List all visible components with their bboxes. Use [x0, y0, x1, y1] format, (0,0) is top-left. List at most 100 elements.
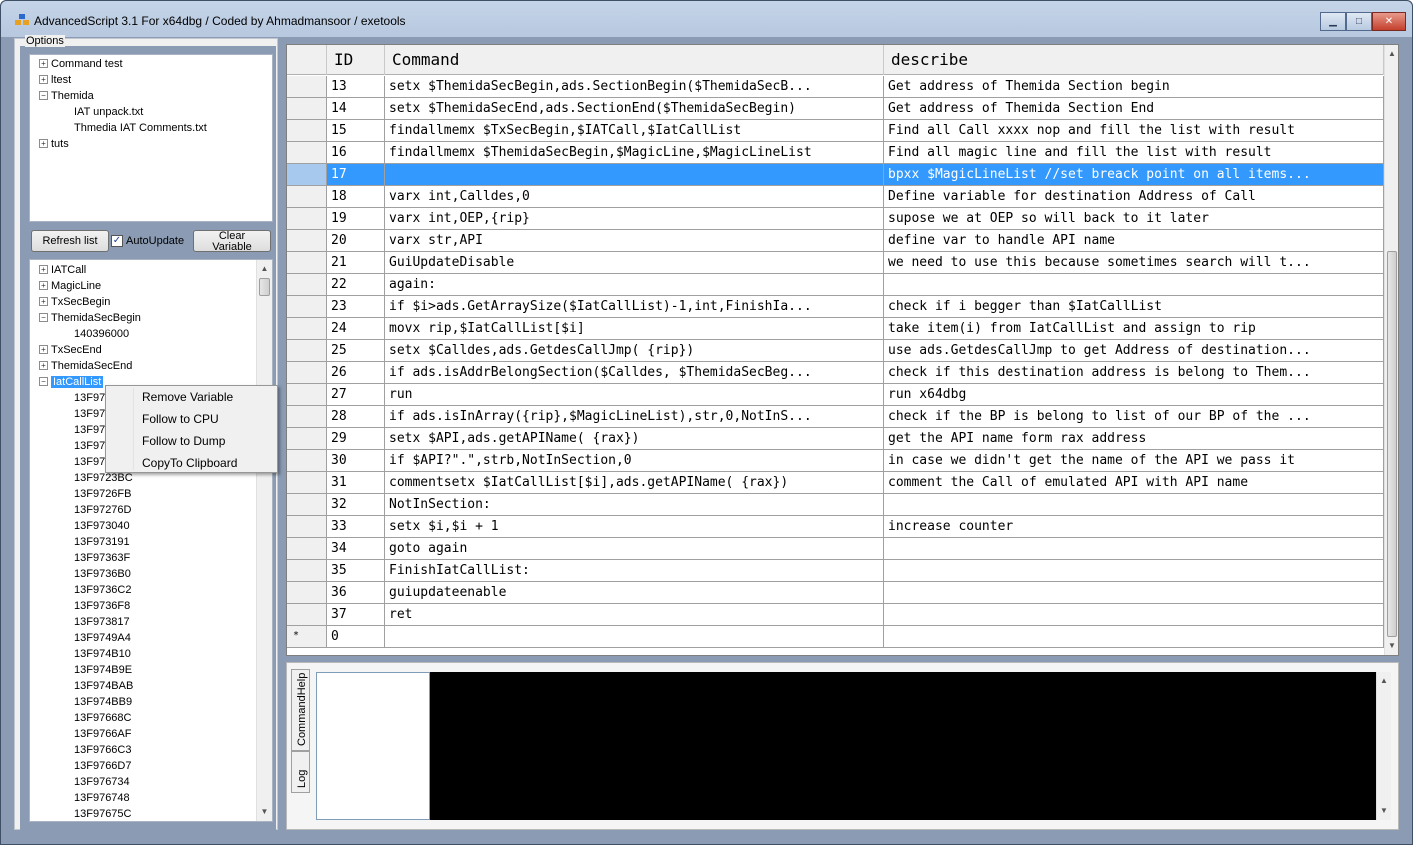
collapse-icon[interactable]: −	[39, 377, 48, 386]
table-row[interactable]: 25 setx $Calldes,ads.GetdesCallJmp( {rip}…	[287, 340, 1384, 362]
cell-cmd[interactable]: varx int,Calldes,0	[385, 186, 884, 207]
variables-tree[interactable]: ▲ ▼ + IATCall + MagicLine + TxSecBegin − Themid…	[29, 259, 273, 822]
cell-id[interactable]: 19	[327, 208, 385, 229]
row-header[interactable]: *	[287, 626, 327, 647]
expand-icon[interactable]: +	[39, 75, 48, 84]
cell-cmd[interactable]	[385, 164, 884, 185]
grid-scroll-up-icon[interactable]: ▲	[1385, 47, 1398, 61]
cell-id[interactable]: 21	[327, 252, 385, 273]
variable-value-item[interactable]: 13F9723BC	[74, 471, 133, 485]
cell-desc[interactable]	[884, 560, 1384, 581]
cell-id[interactable]: 16	[327, 142, 385, 163]
console-scrollbar[interactable]: ▲ ▼	[1376, 672, 1391, 820]
cell-id[interactable]: 33	[327, 516, 385, 537]
cell-cmd[interactable]: NotInSection:	[385, 494, 884, 515]
script-tree-item[interactable]: IAT unpack.txt	[74, 105, 143, 119]
cell-desc[interactable]: take item(i) from IatCallList and assign…	[884, 318, 1384, 339]
variable-value-item[interactable]: 13F9749A4	[74, 631, 131, 645]
cell-id[interactable]: 18	[327, 186, 385, 207]
table-row[interactable]: 26 if ads.isAddrBelongSection($Calldes, $…	[287, 362, 1384, 384]
variable-tree-item[interactable]: + TxSecEnd	[39, 343, 102, 357]
variable-value-item[interactable]: 13F973817	[74, 615, 130, 629]
log-console[interactable]	[430, 672, 1390, 820]
cell-desc[interactable]: Get address of Themida Section begin	[884, 76, 1384, 97]
cell-cmd[interactable]: if ads.isAddrBelongSection($Calldes, $Th…	[385, 362, 884, 383]
cell-cmd[interactable]: movx rip,$IatCallList[$i]	[385, 318, 884, 339]
variable-value-item[interactable]: 13F974BB9	[74, 695, 132, 709]
cell-id[interactable]: 24	[327, 318, 385, 339]
cell-cmd[interactable]: GuiUpdateDisable	[385, 252, 884, 273]
console-scroll-down-icon[interactable]: ▼	[1377, 804, 1391, 818]
cell-desc[interactable]: check if the BP is belong to list of our…	[884, 406, 1384, 427]
cell-desc[interactable]: get the API name form rax address	[884, 428, 1384, 449]
menu-follow-cpu[interactable]: Follow to CPU	[142, 412, 219, 426]
grid-scrollbar[interactable]: ▲ ▼	[1384, 45, 1398, 655]
header-id[interactable]: ID	[327, 45, 385, 75]
row-header[interactable]	[287, 362, 327, 383]
expand-icon[interactable]: +	[39, 139, 48, 148]
grid-scroll-down-icon[interactable]: ▼	[1385, 639, 1398, 653]
variable-tree-item[interactable]: + ThemidaSecEnd	[39, 359, 132, 373]
row-header[interactable]	[287, 494, 327, 515]
row-header[interactable]	[287, 538, 327, 559]
cell-id[interactable]: 17	[327, 164, 385, 185]
expand-icon[interactable]: +	[39, 361, 48, 370]
table-row[interactable]: 34 goto again	[287, 538, 1384, 560]
cell-cmd[interactable]: goto again	[385, 538, 884, 559]
variable-value-item[interactable]: 13F97	[74, 455, 105, 469]
cell-id[interactable]: 22	[327, 274, 385, 295]
row-header[interactable]	[287, 230, 327, 251]
row-header[interactable]	[287, 296, 327, 317]
header-describe[interactable]: describe	[884, 45, 1384, 75]
cell-desc[interactable]: Find all Call xxxx nop and fill the list…	[884, 120, 1384, 141]
table-row[interactable]: 31 commentsetx $IatCallList[$i],ads.getAP…	[287, 472, 1384, 494]
cell-desc[interactable]	[884, 604, 1384, 625]
cell-desc[interactable]: Find all magic line and fill the list wi…	[884, 142, 1384, 163]
variable-value-item[interactable]: 13F9766C3	[74, 743, 132, 757]
variable-value-item[interactable]: 13F973191	[74, 535, 130, 549]
script-tree-item[interactable]: − Themida	[39, 89, 94, 103]
maximize-button[interactable]: □	[1346, 12, 1372, 31]
row-header[interactable]	[287, 252, 327, 273]
cell-cmd[interactable]: setx $API,ads.getAPIName( {rax})	[385, 428, 884, 449]
table-row[interactable]: 32 NotInSection:	[287, 494, 1384, 516]
cell-id[interactable]: 32	[327, 494, 385, 515]
title-bar[interactable]: AdvancedScript 3.1 For x64dbg / Coded by…	[1, 1, 1412, 37]
variable-value-item[interactable]: 13F974BAB	[74, 679, 133, 693]
cell-id[interactable]: 15	[327, 120, 385, 141]
row-header[interactable]	[287, 120, 327, 141]
minimize-button[interactable]: ▁	[1320, 12, 1346, 31]
cell-cmd[interactable]	[385, 626, 884, 647]
cell-desc[interactable]	[884, 274, 1384, 295]
variable-value-item[interactable]: 13F97363F	[74, 551, 130, 565]
table-row[interactable]: 18 varx int,Calldes,0 Define variable for …	[287, 186, 1384, 208]
row-header[interactable]	[287, 450, 327, 471]
row-header[interactable]	[287, 142, 327, 163]
expand-icon[interactable]: +	[39, 281, 48, 290]
table-row[interactable]: 30 if $API?".",strb,NotInSection,0 in case…	[287, 450, 1384, 472]
table-row[interactable]: 28 if ads.isInArray({rip},$MagicLineList)…	[287, 406, 1384, 428]
menu-follow-dump[interactable]: Follow to Dump	[142, 434, 225, 448]
cell-cmd[interactable]: FinishIatCallList:	[385, 560, 884, 581]
cell-desc[interactable]	[884, 538, 1384, 559]
cell-id[interactable]: 36	[327, 582, 385, 603]
cell-cmd[interactable]: if ads.isInArray({rip},$MagicLineList),s…	[385, 406, 884, 427]
script-tree-item[interactable]: + ltest	[39, 73, 71, 87]
variable-value-item[interactable]: 13F97	[74, 423, 105, 437]
cell-cmd[interactable]: if $i>ads.GetArraySize($IatCallList)-1,i…	[385, 296, 884, 317]
table-row[interactable]: 21 GuiUpdateDisable we need to use this be…	[287, 252, 1384, 274]
cell-id[interactable]: 28	[327, 406, 385, 427]
variable-tree-item[interactable]: − IatCallList	[39, 375, 104, 389]
expand-icon[interactable]: +	[39, 297, 48, 306]
autoupdate-check-icon[interactable]: ✓	[111, 235, 123, 247]
cell-desc[interactable]: check if i begger than $IatCallList	[884, 296, 1384, 317]
cell-cmd[interactable]: varx int,OEP,{rip}	[385, 208, 884, 229]
variable-value-item[interactable]: 13F9736B0	[74, 567, 131, 581]
tab-log[interactable]: Log	[291, 751, 310, 793]
menu-copy-clipboard[interactable]: CopyTo Clipboard	[142, 456, 237, 470]
console-scroll-up-icon[interactable]: ▲	[1377, 674, 1391, 688]
variable-tree-item[interactable]: + TxSecBegin	[39, 295, 110, 309]
cell-cmd[interactable]: commentsetx $IatCallList[$i],ads.getAPIN…	[385, 472, 884, 493]
row-header[interactable]	[287, 582, 327, 603]
script-grid[interactable]: ID Command describe 13 setx $ThemidaSecBe…	[286, 44, 1399, 656]
